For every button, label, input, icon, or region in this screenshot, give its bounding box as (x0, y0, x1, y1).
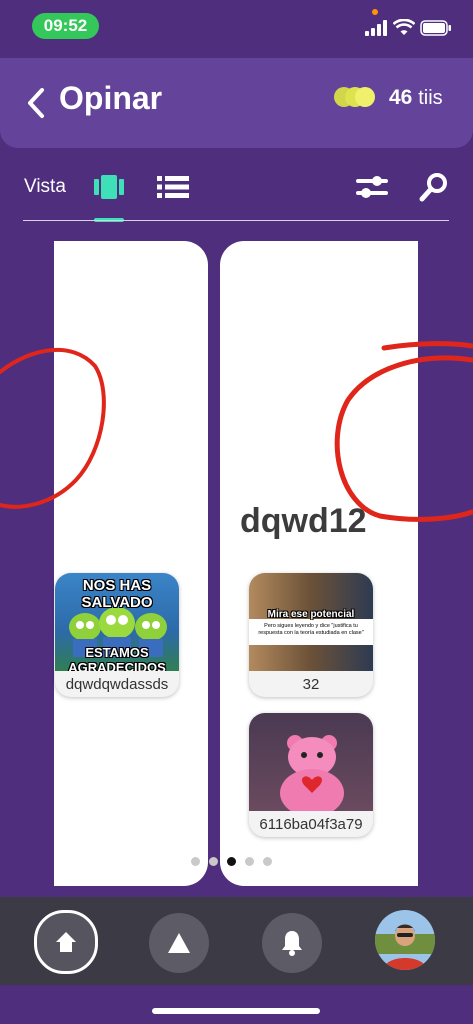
page-dot[interactable] (209, 856, 218, 866)
search-button[interactable] (417, 172, 451, 202)
view-toolbar: Vista (0, 160, 473, 222)
nav-home-button[interactable] (34, 910, 98, 974)
thumbnail-caption: 6116ba04f3a79 (259, 815, 363, 833)
home-indicator (152, 1008, 320, 1014)
coin-unit-label: tiis (418, 87, 443, 109)
toolbar-divider (23, 220, 449, 221)
meme-thumbnail[interactable]: 6116ba04f3a79 (249, 713, 373, 837)
status-time: 09:52 (32, 13, 99, 39)
meme-image-potencial: Mira ese potencial Pero sigues leyendo y… (249, 573, 373, 671)
page-dot-active[interactable] (227, 856, 236, 866)
page-dot[interactable] (245, 856, 254, 866)
sliders-icon (356, 176, 388, 198)
triangle-icon (168, 933, 190, 953)
meme-image-bear (249, 713, 373, 811)
home-icon (56, 932, 76, 952)
wifi-icon (393, 19, 415, 35)
card-previous[interactable] (54, 241, 208, 886)
coins-icon (334, 87, 375, 107)
meme-bottom-text: ESTAMOS AGRADECIDOS (68, 645, 166, 671)
nav-explore-button[interactable] (149, 913, 209, 973)
user-avatar-photo (375, 910, 435, 970)
meme-image-aliens: NOS HAS SALVADO ESTAMOS AGRADECIDOS (55, 573, 179, 671)
profile-avatar[interactable] (375, 910, 435, 970)
meme-thumbnail[interactable]: NOS HAS SALVADO ESTAMOS AGRADECIDOS dqwd… (55, 573, 179, 697)
pagination-dots (191, 855, 272, 867)
filter-button[interactable] (355, 172, 389, 202)
meme-photo-bottom (249, 645, 373, 671)
coin-balance: 46 tiis (389, 86, 443, 110)
card-title: dqwd12 (240, 502, 367, 540)
page-title: Opinar (59, 80, 163, 116)
list-view-icon (157, 176, 189, 198)
battery-icon (420, 20, 451, 36)
search-icon (419, 173, 447, 202)
card-view-button[interactable] (92, 172, 126, 202)
cellular-signal-icon (365, 20, 387, 36)
vista-label: Vista (24, 176, 66, 197)
meme-body-text: Pero sigues leyendo y dice "justifica tu… (258, 623, 364, 636)
page-dot[interactable] (191, 856, 200, 866)
status-bar: 09:52 (0, 0, 473, 52)
coin-count-value: 46 (389, 86, 413, 109)
page-dot[interactable] (263, 856, 272, 866)
bell-icon (282, 931, 302, 956)
thumbnail-caption: 32 (302, 675, 320, 693)
pink-bear-illustration (280, 735, 344, 811)
list-view-button[interactable] (156, 172, 190, 202)
privacy-indicator (372, 9, 378, 15)
thumbnail-caption: dqwdqwdassds (65, 675, 169, 693)
nav-notifications-button[interactable] (262, 913, 322, 973)
meme-top-text: Mira ese potencial (267, 609, 355, 620)
chevron-left-icon[interactable] (22, 86, 52, 120)
meme-thumbnail[interactable]: Mira ese potencial Pero sigues leyendo y… (249, 573, 373, 697)
meme-top-text: NOS HAS SALVADO (81, 577, 153, 611)
card-view-icon (94, 175, 124, 199)
